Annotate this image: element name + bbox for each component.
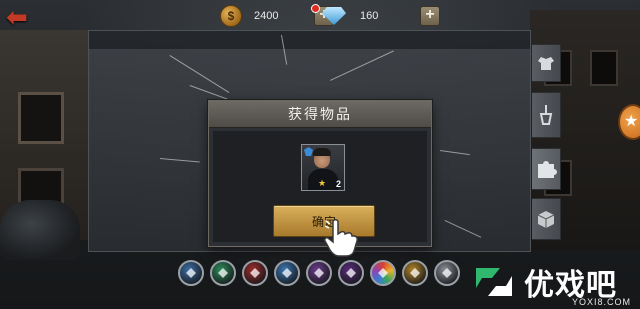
pin-icon: [539, 105, 553, 125]
coin-icon: $: [220, 5, 242, 27]
gem-value: 160: [360, 10, 379, 22]
armor-icon: [538, 57, 554, 70]
watermark-subtitle: YOXI8.COM: [572, 297, 632, 307]
star-event-button[interactable]: ★: [618, 104, 640, 140]
tab-crate[interactable]: [532, 198, 561, 240]
house-window: [590, 50, 618, 86]
dialog-body: ★ 2 确定: [213, 131, 427, 242]
character-hair: [313, 148, 331, 156]
tab-puzzle[interactable]: [532, 148, 561, 190]
tab-map[interactable]: [532, 92, 561, 138]
gold-currency: $ 2400 +: [220, 4, 334, 27]
emblem-symbol: [218, 268, 228, 278]
emblem-multicolor-icon[interactable]: [370, 260, 396, 286]
emblem-violet-icon[interactable]: [338, 260, 364, 286]
pointing-hand-icon: [324, 218, 358, 257]
emblem-green-icon[interactable]: [210, 260, 236, 286]
emblem-symbol: [346, 268, 356, 278]
emblem-symbol: [250, 268, 260, 278]
reward-dialog: 获得物品 ★ 2 确定: [208, 100, 432, 247]
rank-badge-icon: [304, 147, 313, 156]
emblem-blue-star-icon[interactable]: [274, 260, 300, 286]
emblem-bar: [178, 260, 460, 288]
site-watermark: 优戏吧 YOXI8.COM: [472, 258, 640, 309]
notification-dot: [311, 4, 320, 13]
emblem-gold-icon[interactable]: [402, 260, 428, 286]
emblem-purple-wing-icon[interactable]: [306, 260, 332, 286]
emblem-blue-icon[interactable]: [178, 260, 204, 286]
star-icon: ★: [318, 178, 327, 188]
crate-icon: [537, 211, 555, 228]
emblem-symbol: [442, 268, 452, 278]
house-window: [18, 92, 64, 144]
emblem-symbol: [378, 268, 388, 278]
dialog-title-bar: 获得物品: [209, 101, 431, 128]
gem-icon: [322, 7, 346, 25]
dialog-title: 获得物品: [288, 106, 352, 122]
watermark-logo-icon: [476, 268, 512, 296]
add-gem-button[interactable]: +: [420, 6, 440, 26]
emblem-symbol: [282, 268, 292, 278]
tab-armor[interactable]: [532, 44, 561, 82]
emblem-symbol: [410, 268, 420, 278]
item-count: 2: [335, 179, 341, 189]
gem-currency: 160 +: [322, 5, 440, 27]
emblem-silver-icon[interactable]: [434, 260, 460, 286]
emblem-red-icon[interactable]: [242, 260, 268, 286]
puzzle-icon: [538, 161, 557, 178]
emblem-symbol: [186, 268, 196, 278]
back-arrow-icon[interactable]: ⬅: [6, 4, 42, 30]
background-car: [0, 200, 80, 260]
panel-header: [89, 31, 530, 49]
reward-item-card[interactable]: ★ 2: [301, 144, 345, 191]
gold-value: 2400: [254, 10, 279, 22]
emblem-symbol: [314, 268, 324, 278]
